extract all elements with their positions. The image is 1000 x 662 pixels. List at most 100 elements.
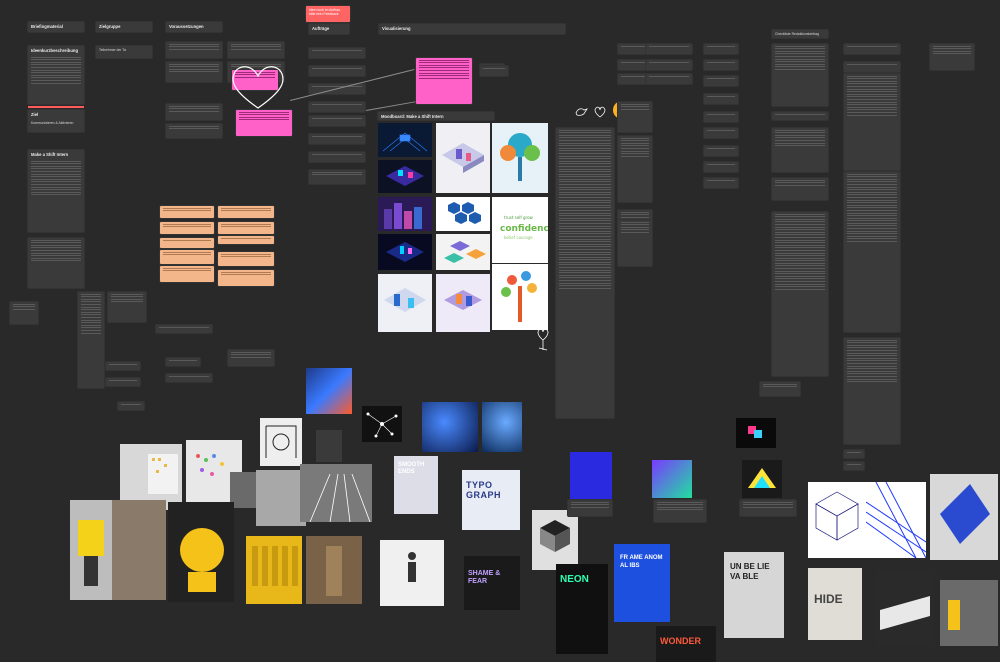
briefing-text-card[interactable]: Ideenkurzbeschreibung [28,46,84,104]
right-col-3-c[interactable] [704,76,738,86]
image-hex-blue[interactable] [436,197,490,231]
briefing-card-5[interactable] [10,302,38,324]
mid-card-b[interactable] [618,220,652,266]
far-right-7[interactable] [844,462,864,470]
image-wonder[interactable]: WONDER [656,626,716,662]
vor-card-2[interactable] [228,42,284,58]
image-frame-anomal[interactable]: FR AME ANOM AL IBS [614,544,670,622]
image-wordcloud[interactable]: confidence trust self grow belief courage [492,197,548,263]
image-network[interactable] [362,406,402,442]
image-blue-ribbon[interactable] [930,474,998,560]
image-3d-text[interactable] [876,570,934,646]
column-header-auftraege[interactable]: Aufträge [309,24,349,34]
right-col-3-b[interactable] [704,60,738,70]
checklist-1[interactable] [772,44,828,106]
zielgruppe-small-7[interactable] [166,374,212,382]
image-black-cubes[interactable] [532,510,578,570]
auftrag-6[interactable] [309,134,365,144]
pink-note-2[interactable] [236,110,292,136]
zielgruppe-list[interactable] [78,292,104,388]
far-right-2[interactable] [844,62,900,72]
image-iso-5[interactable] [378,274,432,332]
far-far-right-1[interactable] [930,44,974,70]
checklist-2[interactable] [772,112,828,120]
checklist-4[interactable] [772,178,828,200]
far-right-3[interactable] [844,74,900,170]
right-col-1-e[interactable] [618,136,652,202]
zielgruppe-small-8[interactable] [228,350,274,366]
far-right-1[interactable] [844,44,900,54]
auftrag-5[interactable] [309,116,365,126]
ziel-card[interactable]: Ziel Kommunizieren & Aktivieren [28,110,84,132]
peach-note-2[interactable] [160,222,214,234]
image-pillar[interactable] [316,430,342,462]
image-unbelievable[interactable]: UN BE LIE VA BLE [724,552,784,638]
pink-note-3[interactable] [416,58,472,104]
peach-note-9[interactable] [218,252,274,266]
auftrag-1[interactable] [309,48,365,58]
peach-note-1[interactable] [160,206,214,218]
vor-card-6[interactable] [166,124,222,138]
image-grid-blue[interactable] [378,123,432,157]
image-typography[interactable]: TYPO GRAPH [462,470,520,530]
peach-note-6[interactable] [218,206,274,218]
image-line-art[interactable] [260,418,302,466]
column-header-zielgruppe[interactable]: Zielgruppe [96,22,152,32]
image-yellow-machine[interactable] [70,500,112,600]
auftrag-4[interactable] [309,102,365,112]
image-street-photo[interactable] [112,500,166,600]
vor-card-5[interactable] [166,104,222,120]
image-toilet-sign[interactable] [380,540,444,606]
image-iso-6[interactable] [436,274,490,332]
image-green-purple[interactable] [652,460,692,498]
right-col-3-i[interactable] [704,178,738,188]
auftrag-8[interactable] [309,170,365,184]
image-purple-type[interactable] [570,452,612,502]
zielgruppe-card[interactable]: Teilnehmer der Ta [96,46,152,58]
auftrag-7[interactable] [309,152,365,162]
image-iso-3[interactable] [378,234,432,270]
far-right-5[interactable] [844,338,900,444]
image-yellow-wall[interactable] [246,536,302,604]
image-iso-2[interactable] [378,160,432,193]
zielgruppe-small-4[interactable] [106,378,140,386]
image-smooth-ends[interactable]: SMOOTH ENDS [394,456,438,514]
checklist-3[interactable] [772,128,828,172]
right-col-3-h[interactable] [704,162,738,172]
right-col-2-b[interactable] [646,60,692,70]
column-header-voraussetzungen[interactable]: Voraussetzungen [166,22,222,32]
image-court[interactable] [256,470,306,526]
collage-note-3[interactable] [740,500,796,516]
image-hide[interactable]: HIDE [808,568,862,640]
moodboard-title-card[interactable]: Moodboard: Make a Shift Intern [378,112,494,120]
image-iso-tree[interactable] [492,123,548,193]
image-photo-cube[interactable] [306,368,352,414]
mid-card-a[interactable] [480,66,508,76]
right-col-3-f[interactable] [704,128,738,138]
peach-note-10[interactable] [218,270,274,286]
checklist-5[interactable] [772,212,828,376]
peach-note-4[interactable] [160,250,214,264]
visual-notes-card[interactable] [556,128,614,418]
image-yellow-hand[interactable] [168,502,234,602]
image-geometric-iso[interactable] [808,482,866,558]
collage-note-2[interactable] [654,500,706,522]
miro-board-canvas[interactable]: Briefingmaterial Zielgruppe Voraussetzun… [0,0,1000,662]
image-tree-orange[interactable] [492,264,548,330]
peach-note-3[interactable] [160,238,214,248]
zielgruppe-small-2[interactable] [156,325,212,333]
column-header-briefing[interactable]: Briefingmaterial [28,22,84,32]
make-a-shift-card[interactable]: Make a Shift Intern [28,150,84,232]
image-blue-bokeh[interactable] [422,402,478,452]
collage-note-1[interactable] [568,500,612,516]
image-parking[interactable] [940,580,998,646]
right-col-3-g[interactable] [704,146,738,156]
warning-note[interactable]: Idee noch im Aufbau, bitte kein Feedback [306,6,350,22]
peach-note-8[interactable] [218,236,274,244]
image-corridor[interactable] [306,536,362,604]
zielgruppe-small-6[interactable] [166,358,200,366]
image-iso-4[interactable] [436,234,490,270]
right-col-3-d[interactable] [704,94,738,104]
checklist-header[interactable]: Checkliste Redaktionsbeitrag [772,30,828,38]
peach-note-7[interactable] [218,222,274,234]
